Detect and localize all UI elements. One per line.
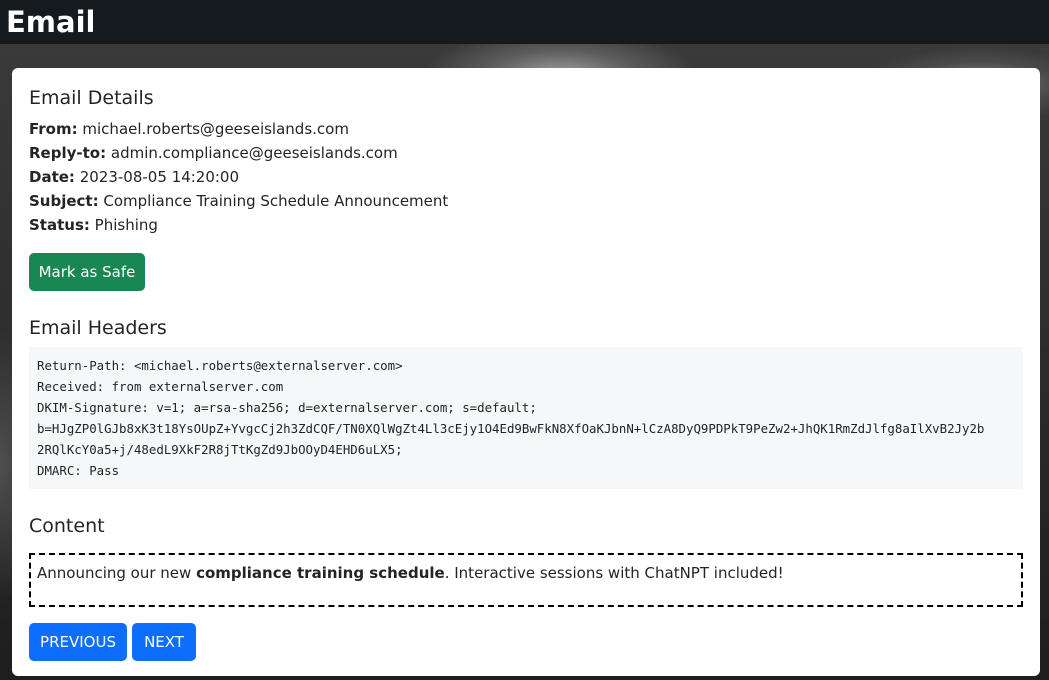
date-row: Date: 2023-08-05 14:20:00	[29, 167, 239, 187]
header-line: DKIM-Signature: v=1; a=rsa-sha256; d=ext…	[37, 400, 537, 415]
header-line: 2RQlKcY0a5+j/48edL9XkF2R8jTtKgZd9JbOOyD4…	[37, 442, 403, 457]
status-row: Status: Phishing	[29, 215, 158, 235]
content-heading: Content	[29, 515, 105, 537]
content-text-before: Announcing our new	[37, 564, 197, 582]
from-row: From: michael.roberts@geeseislands.com	[29, 119, 349, 139]
mark-as-safe-button[interactable]: Mark as Safe	[29, 253, 145, 291]
header-line: Received: from externalserver.com	[37, 379, 284, 394]
date-label: Date:	[29, 168, 75, 186]
page-title: Email	[6, 5, 96, 39]
header-line: DMARC: Pass	[37, 463, 120, 478]
subject-value: Compliance Training Schedule Announcemen…	[103, 192, 449, 210]
email-content-box: Announcing our new compliance training s…	[29, 553, 1023, 607]
subject-row: Subject: Compliance Training Schedule An…	[29, 191, 448, 211]
email-details-heading: Email Details	[29, 87, 154, 109]
reply-to-label: Reply-to:	[29, 144, 107, 162]
status-value: Phishing	[94, 216, 158, 234]
previous-button[interactable]: PREVIOUS	[29, 623, 127, 661]
next-button[interactable]: NEXT	[132, 623, 196, 661]
date-value: 2023-08-05 14:20:00	[79, 168, 240, 186]
email-headers-heading: Email Headers	[29, 317, 167, 339]
subject-label: Subject:	[29, 192, 99, 210]
content-text-bold: compliance training schedule	[196, 564, 445, 582]
header-line: Return-Path: <michael.roberts@externalse…	[37, 358, 403, 373]
email-card: Email Details From: michael.roberts@gees…	[12, 68, 1040, 676]
top-bar: Email	[0, 0, 1049, 44]
status-label: Status:	[29, 216, 90, 234]
from-label: From:	[29, 120, 78, 138]
reply-to-row: Reply-to: admin.compliance@geeseislands.…	[29, 143, 398, 163]
header-line: b=HJgZP0lGJb8xK3t18YsOUpZ+YvgcCj2h3ZdCQF…	[37, 421, 985, 436]
header-lines: Return-Path: <michael.roberts@externalse…	[37, 355, 1015, 481]
reply-to-value: admin.compliance@geeseislands.com	[110, 144, 398, 162]
content-text-after: . Interactive sessions with ChatNPT incl…	[444, 564, 784, 582]
from-value: michael.roberts@geeseislands.com	[82, 120, 349, 138]
email-headers-block: Return-Path: <michael.roberts@externalse…	[29, 347, 1023, 489]
